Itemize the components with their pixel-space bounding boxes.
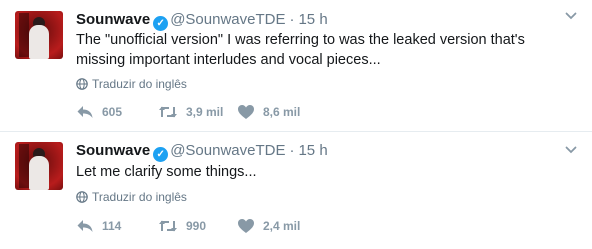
reply-icon bbox=[77, 220, 93, 232]
tweet-time[interactable]: 15 h bbox=[298, 142, 327, 159]
author-handle[interactable]: @SounwaveTDE bbox=[170, 11, 285, 28]
author-name[interactable]: Sounwave bbox=[76, 11, 150, 28]
translate-link[interactable]: Traduzir do inglês bbox=[76, 189, 187, 205]
globe-icon bbox=[76, 78, 88, 90]
heart-icon bbox=[238, 105, 254, 119]
retweet-icon bbox=[159, 106, 177, 118]
separator: · bbox=[289, 142, 295, 159]
translate-link[interactable]: Traduzir do inglês bbox=[76, 76, 187, 92]
author-name[interactable]: Sounwave bbox=[76, 142, 150, 159]
author-handle[interactable]: @SounwaveTDE bbox=[170, 142, 285, 159]
reply-button[interactable]: 114 bbox=[76, 218, 121, 234]
globe-icon bbox=[76, 191, 88, 203]
translate-label: Traduzir do inglês bbox=[92, 190, 187, 204]
tweet-text: Let me clarify some things... bbox=[76, 164, 257, 180]
tweet-header: Sounwave ✓ @SounwaveTDE · 15 h bbox=[76, 11, 328, 31]
reply-count: 605 bbox=[102, 105, 123, 119]
avatar[interactable] bbox=[15, 11, 63, 59]
tweet-header: Sounwave ✓ @SounwaveTDE · 15 h bbox=[76, 142, 328, 162]
tweet-time[interactable]: 15 h bbox=[298, 11, 327, 28]
like-count: 2,4 mil bbox=[263, 219, 301, 233]
chevron-down-icon[interactable] bbox=[565, 144, 577, 156]
verified-badge-icon: ✓ bbox=[153, 147, 169, 162]
like-count: 8,6 mil bbox=[263, 105, 301, 119]
heart-icon bbox=[238, 219, 254, 233]
chevron-down-icon[interactable] bbox=[565, 10, 577, 22]
retweet-button[interactable]: 3,9 mil bbox=[158, 104, 223, 120]
reply-count: 114 bbox=[102, 219, 122, 233]
retweet-count: 3,9 mil bbox=[186, 105, 224, 119]
translate-label: Traduzir do inglês bbox=[92, 77, 187, 91]
separator: · bbox=[289, 11, 295, 28]
reply-button[interactable]: 605 bbox=[76, 104, 122, 120]
retweet-count: 990 bbox=[186, 219, 207, 233]
like-button[interactable]: 8,6 mil bbox=[237, 104, 300, 120]
tweet-card[interactable]: Sounwave ✓ @SounwaveTDE · 15 h The "unoffici… bbox=[0, 0, 592, 131]
tweet-text: The "unofficial version" I was referring… bbox=[76, 32, 525, 68]
reply-icon bbox=[77, 106, 93, 118]
retweet-button[interactable]: 990 bbox=[158, 218, 206, 234]
avatar[interactable] bbox=[15, 142, 63, 190]
like-button[interactable]: 2,4 mil bbox=[237, 218, 300, 234]
retweet-icon bbox=[159, 220, 177, 232]
tweet-card[interactable]: Sounwave ✓ @SounwaveTDE · 15 h Let me clarif… bbox=[0, 132, 592, 249]
verified-badge-icon: ✓ bbox=[153, 16, 169, 31]
